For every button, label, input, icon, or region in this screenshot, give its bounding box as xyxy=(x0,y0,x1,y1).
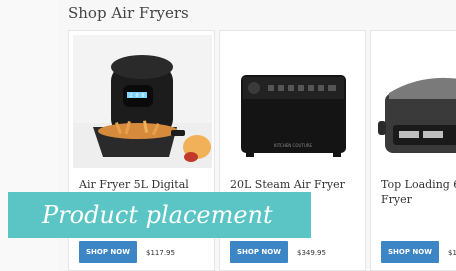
shop-now-button[interactable]: SHOP NOW xyxy=(230,241,288,263)
product-price: $1 xyxy=(448,249,456,257)
product-card-top-loading-fryer[interactable]: Top Loading 6 Fryer SHOP NOW $1 xyxy=(370,30,456,271)
product-price: $117.95 xyxy=(146,249,175,257)
shop-now-button[interactable]: SHOP NOW xyxy=(79,241,137,263)
lcd-readout: 2 0 0 xyxy=(129,93,144,99)
product-name[interactable]: Top Loading 6 Fryer xyxy=(381,177,456,207)
product-name[interactable]: Air Fryer 5L Digital xyxy=(79,177,209,192)
product-image-steam-fryer[interactable]: KITCHEN COUTURE xyxy=(224,35,363,168)
product-image-air-fryer[interactable]: 2 0 0 xyxy=(73,35,212,168)
product-name[interactable]: 20L Steam Air Fryer xyxy=(230,177,360,192)
product-image-grill-fryer[interactable] xyxy=(375,35,456,168)
product-placement-banner: Product placement xyxy=(8,192,311,238)
product-price: $349.95 xyxy=(297,249,326,257)
section-title: Shop Air Fryers xyxy=(68,4,189,22)
brand-text: KITCHEN COUTURE xyxy=(274,143,313,148)
shop-now-button[interactable]: SHOP NOW xyxy=(381,241,439,263)
